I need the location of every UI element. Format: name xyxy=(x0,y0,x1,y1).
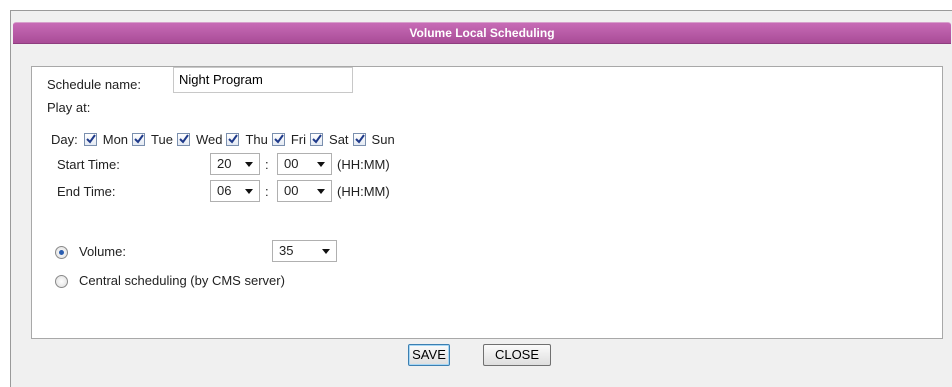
day-label-sat: Sat xyxy=(329,132,349,147)
close-button[interactable]: CLOSE xyxy=(483,344,551,366)
end-minute-select[interactable]: 00 xyxy=(277,180,332,202)
start-time-separator: : xyxy=(265,157,269,172)
start-time-label: Start Time: xyxy=(57,157,120,172)
day-row: Day: Mon Tue Wed Thu Fri Sat Sun xyxy=(51,132,399,147)
day-label-tue: Tue xyxy=(151,132,173,147)
day-checkbox-mon[interactable]: Mon xyxy=(83,132,129,147)
day-checkbox-thu[interactable]: Thu xyxy=(226,132,268,147)
day-label-thu: Thu xyxy=(245,132,268,147)
start-minute-select[interactable]: 00 xyxy=(277,153,332,175)
day-label-wed: Wed xyxy=(195,132,223,147)
checkbox-checked-icon[interactable] xyxy=(83,133,97,146)
checkbox-checked-icon[interactable] xyxy=(176,133,190,146)
day-checkbox-fri[interactable]: Fri xyxy=(271,132,307,147)
checkbox-checked-icon[interactable] xyxy=(271,133,285,146)
end-time-separator: : xyxy=(265,184,269,199)
dialog-title: Volume Local Scheduling xyxy=(13,22,951,44)
chevron-down-icon xyxy=(322,249,330,254)
end-hour-select[interactable]: 06 xyxy=(210,180,260,202)
end-time-format: (HH:MM) xyxy=(337,184,390,199)
day-label-sun: Sun xyxy=(371,132,395,147)
central-scheduling-label: Central scheduling (by CMS server) xyxy=(79,273,285,288)
play-at-label: Play at: xyxy=(47,100,91,115)
schedule-name-label: Schedule name: xyxy=(47,77,141,92)
start-time-format: (HH:MM) xyxy=(337,157,390,172)
checkbox-checked-icon[interactable] xyxy=(226,133,240,146)
volume-radio[interactable] xyxy=(55,246,68,259)
day-checkbox-sun[interactable]: Sun xyxy=(352,132,395,147)
settings-panel: Schedule name: Night Program Play at: Da… xyxy=(31,66,943,339)
day-label-mon: Mon xyxy=(102,132,129,147)
central-scheduling-radio[interactable] xyxy=(55,275,68,288)
day-checkbox-sat[interactable]: Sat xyxy=(310,132,349,147)
day-checkbox-wed[interactable]: Wed xyxy=(176,132,223,147)
start-hour-select[interactable]: 20 xyxy=(210,153,260,175)
checkbox-checked-icon[interactable] xyxy=(310,133,324,146)
volume-select[interactable]: 35 xyxy=(272,240,337,262)
chevron-down-icon xyxy=(245,189,253,194)
day-checkbox-tue[interactable]: Tue xyxy=(132,132,173,147)
day-label: Day: xyxy=(51,132,78,147)
checkbox-checked-icon[interactable] xyxy=(352,133,366,146)
schedule-name-input[interactable]: Night Program xyxy=(173,67,353,93)
chevron-down-icon xyxy=(317,189,325,194)
day-label-fri: Fri xyxy=(290,132,307,147)
save-button[interactable]: SAVE xyxy=(408,344,450,366)
volume-label: Volume: xyxy=(79,244,126,259)
checkbox-checked-icon[interactable] xyxy=(132,133,146,146)
end-time-label: End Time: xyxy=(57,184,116,199)
chevron-down-icon xyxy=(245,162,253,167)
volume-scheduling-dialog: Volume Local Scheduling Schedule name: N… xyxy=(10,10,952,387)
chevron-down-icon xyxy=(317,162,325,167)
